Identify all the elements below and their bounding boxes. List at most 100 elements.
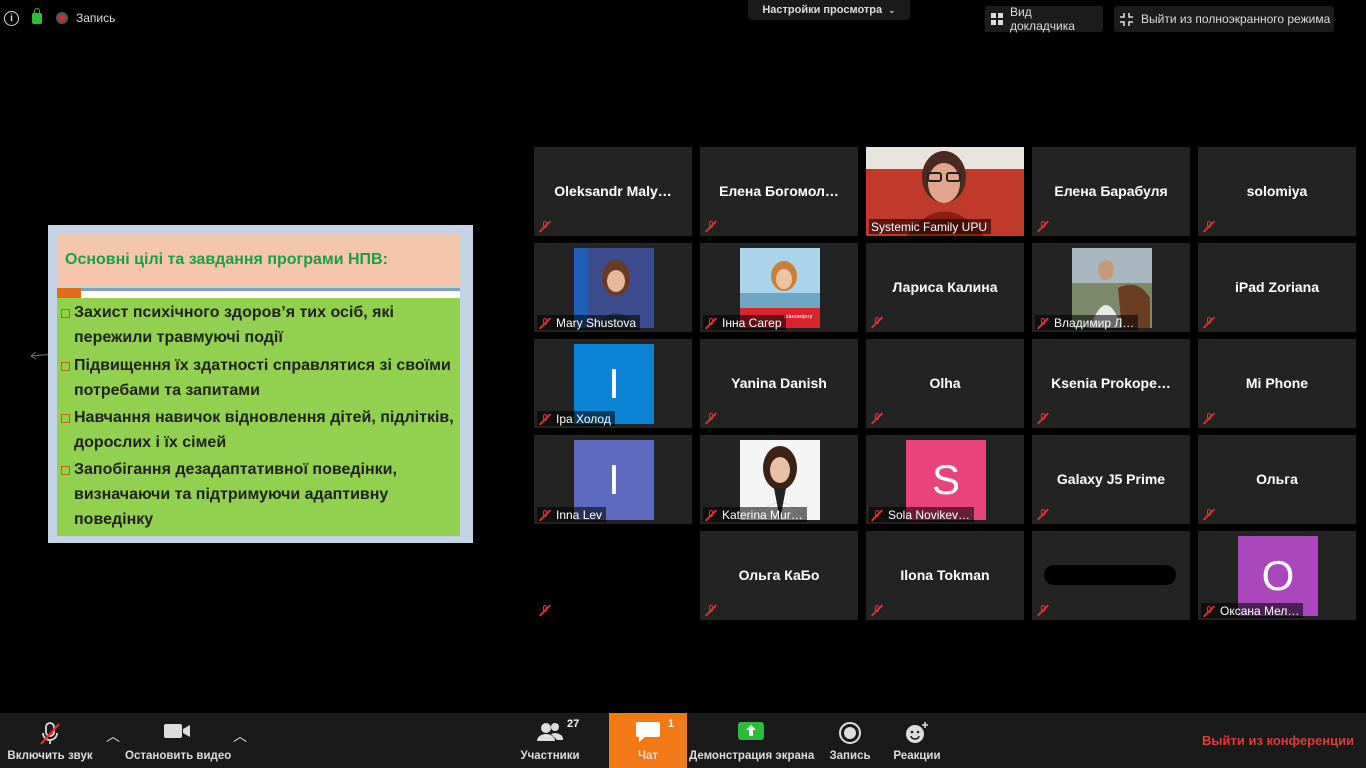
muted-mic-icon [704, 220, 718, 233]
muted-mic-icon [1036, 316, 1050, 330]
participant-tile[interactable]: Елена Барабуля [1032, 147, 1190, 236]
meeting-toolbar: Включить звук ︿ Остановить видео ︿ 27 Уч… [0, 713, 1366, 768]
participant-name: Galaxy J5 Prime [1056, 471, 1166, 487]
participant-tile[interactable]: рівномірну Інна Сагер [700, 243, 858, 332]
participant-tile[interactable]: Olha [866, 339, 1024, 428]
muted-mic-icon [538, 508, 552, 522]
participant-tile[interactable] [534, 531, 692, 620]
record-button[interactable]: Запись [825, 713, 875, 768]
participant-tile[interactable]: iPad Zoriana [1198, 243, 1356, 332]
reaction-smiley-icon [906, 722, 928, 743]
muted-mic-icon [1036, 508, 1050, 521]
muted-mic-icon [870, 412, 884, 425]
muted-mic-icon [538, 412, 552, 426]
bullet-square-icon [61, 414, 70, 423]
participant-tile[interactable]: Лариса Калина [866, 243, 1024, 332]
reactions-button[interactable]: Реакции [890, 713, 944, 768]
unmute-label: Включить звук [7, 750, 93, 762]
recording-label: Запись [76, 11, 116, 25]
bullet-square-icon [61, 309, 70, 318]
muted-mic-icon [1202, 316, 1216, 329]
slide-bullet: Захист психічного здоров’я тих осіб, які… [59, 300, 454, 350]
participant-name-label: Systemic Family UPU [869, 219, 992, 234]
speaker-view-button[interactable]: Вид докладчика [985, 5, 1103, 33]
participant-tile[interactable]: I Іра Холод [534, 339, 692, 428]
view-settings-label: Настройки просмотра [762, 4, 883, 16]
stop-video-button[interactable]: Остановить видео [125, 713, 231, 768]
view-settings-dropdown[interactable]: Настройки просмотра ⌄ [748, 0, 910, 20]
leave-meeting-button[interactable]: Выйти из конференции [1202, 733, 1354, 748]
participant-name-label: Владимир Л… [1035, 315, 1139, 330]
audio-options-chevron-icon[interactable]: ︿ [106, 726, 120, 746]
video-camera-icon [164, 724, 190, 738]
exit-fullscreen-icon [1120, 12, 1133, 26]
muted-mic-icon [704, 508, 718, 522]
participant-tile[interactable]: Владимир Л… [1032, 243, 1190, 332]
participant-name-label: Sola Novikev… [869, 507, 975, 522]
meeting-status: i Запись [0, 7, 116, 28]
muted-mic-icon [1202, 412, 1216, 425]
participants-count: 27 [567, 718, 580, 730]
muted-mic-icon [870, 508, 884, 522]
participant-tile[interactable]: Yanina Danish [700, 339, 858, 428]
participant-name: iPad Zoriana [1234, 279, 1320, 295]
shared-screen-slide: Основні цілі та завдання програми НПВ: З… [48, 225, 473, 543]
muted-mic-icon [1036, 604, 1050, 617]
slide-bullet: Підвищення їх здатності справлятися зі с… [59, 353, 454, 403]
share-screen-button[interactable]: Демонстрация экрана [689, 713, 815, 768]
muted-mic-icon [1202, 220, 1216, 233]
participant-name: Лариса Калина [892, 279, 998, 295]
lock-icon[interactable] [32, 7, 42, 24]
muted-mic-icon [538, 316, 552, 330]
participant-tile[interactable]: Systemic Family UPU [866, 147, 1024, 236]
participant-name: Oleksandr Maly… [554, 183, 672, 199]
participant-tile[interactable]: Елена Богомол… [700, 147, 858, 236]
info-icon[interactable]: i [4, 10, 19, 26]
participant-tile[interactable]: Ольга КаБо [700, 531, 858, 620]
participant-name-label: Mary Shustova [537, 315, 641, 330]
participant-name: Ольга КаБо [738, 567, 820, 583]
participant-name: Yanina Danish [731, 375, 827, 391]
participants-button[interactable]: 27 Участники [518, 713, 582, 768]
muted-mic-icon [1036, 220, 1050, 233]
muted-mic-icon [40, 722, 60, 745]
video-options-chevron-icon[interactable]: ︿ [233, 726, 247, 746]
speaker-view-icon [991, 13, 1003, 25]
participant-name: Ksenia Prokope… [1051, 375, 1171, 391]
participant-tile[interactable]: I Inna Lev [534, 435, 692, 524]
participant-tile[interactable]: Oleksandr Maly… [534, 147, 692, 236]
muted-mic-icon [704, 316, 718, 330]
participant-tile[interactable] [1032, 531, 1190, 620]
participant-name: Ольга [1256, 471, 1298, 487]
participant-tile[interactable]: Mi Phone [1198, 339, 1356, 428]
participant-tile[interactable]: S Sola Novikev… [866, 435, 1024, 524]
participant-tile[interactable]: Ilona Tokman [866, 531, 1024, 620]
reactions-label: Реакции [893, 750, 941, 762]
slide-bullet: Навчання навичок відновлення дітей, підл… [59, 405, 454, 455]
participant-tile[interactable]: Galaxy J5 Prime [1032, 435, 1190, 524]
chat-button[interactable]: 1 Чат [609, 713, 687, 768]
participant-name: Елена Барабуля [1054, 183, 1168, 199]
slide-body: Захист психічного здоров’я тих осіб, які… [57, 298, 460, 536]
participant-tile[interactable]: Ольга [1198, 435, 1356, 524]
participant-name: Ilona Tokman [900, 567, 990, 583]
redacted-name-mark [1044, 565, 1176, 585]
exit-fullscreen-button[interactable]: Выйти из полноэкранного режима [1114, 6, 1334, 32]
participant-tile[interactable]: Ksenia Prokope… [1032, 339, 1190, 428]
participant-tile[interactable]: solomiya [1198, 147, 1356, 236]
participant-tile[interactable]: O Оксана Мел… [1198, 531, 1356, 620]
participants-icon [537, 723, 564, 741]
unmute-button[interactable]: Включить звук [0, 713, 100, 768]
muted-mic-icon [1036, 412, 1050, 425]
participant-tile[interactable]: Katerina Mur… [700, 435, 858, 524]
record-icon [839, 722, 861, 744]
slide-bullet: Запобігання дезадаптативної поведінки, в… [59, 457, 454, 532]
participant-tile[interactable]: Mary Shustova [534, 243, 692, 332]
slide-divider [57, 288, 460, 298]
participant-name: Mi Phone [1245, 375, 1309, 391]
bullet-square-icon [61, 466, 70, 475]
muted-mic-icon [704, 412, 718, 425]
share-screen-label: Демонстрация экрана [689, 750, 815, 762]
chevron-down-icon: ⌄ [888, 4, 896, 15]
muted-mic-icon [870, 316, 884, 329]
